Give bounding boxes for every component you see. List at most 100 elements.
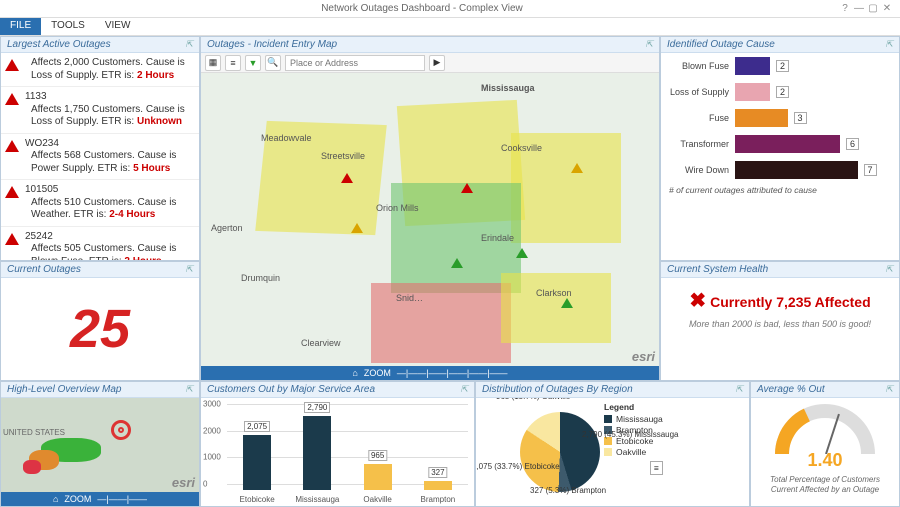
outage-item[interactable]: 25242Affects 505 Customers. Cause is Blo… xyxy=(1,227,199,261)
home-icon[interactable]: ⌂ xyxy=(352,368,357,378)
search-go-icon[interactable]: ▶ xyxy=(429,55,445,71)
outage-marker-icon[interactable] xyxy=(561,298,573,308)
bar-datalabel: 2,790 xyxy=(304,402,330,413)
map-zoom-bar[interactable]: ⌂ ZOOM —|——|——|——|——|—— xyxy=(201,366,659,380)
outage-marker-icon[interactable] xyxy=(451,258,463,268)
outage-marker-icon[interactable] xyxy=(341,173,353,183)
cause-bar xyxy=(735,57,770,75)
outage-marker-icon[interactable] xyxy=(571,163,583,173)
pin-icon[interactable]: ⇱ xyxy=(185,39,193,50)
pie-chart: 965 (15.7%) Oakville2,790 (45.3%) Missis… xyxy=(520,412,600,492)
panel-title: Customers Out by Major Service Area xyxy=(207,384,375,395)
panel-title: Identified Outage Cause xyxy=(667,39,775,50)
cause-label: Blown Fuse xyxy=(669,61,729,71)
outage-item[interactable]: Affects 2,000 Customers. Cause is Loss o… xyxy=(1,53,199,87)
cause-bar-row: Fuse 3 xyxy=(661,105,899,131)
current-outages-value: 25 xyxy=(1,278,199,380)
cause-bar-row: Blown Fuse2 xyxy=(661,53,899,79)
outage-marker-icon[interactable] xyxy=(516,248,528,258)
pin-icon[interactable]: ⇱ xyxy=(885,384,893,395)
layers-icon[interactable]: ≡ xyxy=(225,55,241,71)
overview-map[interactable]: UNITED STATES esri xyxy=(1,398,199,492)
bar-datalabel: 965 xyxy=(368,450,387,461)
search-icon[interactable]: 🔍 xyxy=(265,55,281,71)
y-tick: 2000 xyxy=(203,426,221,435)
etr-value: 2-4 Hours xyxy=(109,209,155,220)
grid-view-icon[interactable]: ▦ xyxy=(205,55,221,71)
help-icon[interactable]: ? xyxy=(838,3,852,14)
pin-icon[interactable]: ⇱ xyxy=(645,39,653,50)
menu-bar: FILE TOOLS VIEW xyxy=(0,18,900,36)
panel-incident-map: Outages - Incident Entry Map ⇱ ▦ ≡ ▼ 🔍 ▶ xyxy=(200,36,660,381)
close-icon[interactable]: ✕ xyxy=(880,3,894,14)
city-label: Erindale xyxy=(481,233,514,243)
incident-map[interactable]: Mississauga Streetsville Cooksville Erin… xyxy=(201,73,659,366)
title-bar: Network Outages Dashboard - Complex View… xyxy=(0,0,900,18)
city-label: Orion Mills xyxy=(376,203,419,213)
y-tick: 3000 xyxy=(203,400,221,409)
alert-icon: ✖ xyxy=(689,290,706,312)
pin-icon[interactable]: ⇱ xyxy=(885,39,893,50)
gauge-chart xyxy=(775,404,875,454)
cause-value: 3 xyxy=(794,112,807,124)
cause-value: 6 xyxy=(846,138,859,150)
pie-label: 965 (15.7%) Oakville xyxy=(496,398,570,401)
panel-average-out: Average % Out⇱ 1.40 Total Percentage of … xyxy=(750,381,900,507)
bar: 327Brampton xyxy=(424,481,452,490)
menu-tools[interactable]: TOOLS xyxy=(41,18,95,35)
panel-title: Current System Health xyxy=(667,264,768,275)
city-label: Agerton xyxy=(211,223,243,233)
pie-label: 2,075 (33.7%) Etobicoke xyxy=(476,462,560,471)
panel-title: Distribution of Outages By Region xyxy=(482,384,633,395)
cause-bar-row: Transformer6 xyxy=(661,131,899,157)
pin-icon[interactable]: ⇱ xyxy=(185,264,193,275)
target-icon xyxy=(111,420,131,440)
outage-item[interactable]: WO234Affects 568 Customers. Cause is Pow… xyxy=(1,134,199,181)
pin-icon[interactable]: ⇱ xyxy=(885,264,893,275)
warning-triangle-icon xyxy=(5,59,19,71)
esri-logo: esri xyxy=(172,475,195,490)
city-label: Mississauga xyxy=(481,83,535,93)
legend-toggle-icon[interactable]: ≡ xyxy=(650,461,663,475)
legend-title: Legend xyxy=(604,402,663,412)
bar-category: Etobicoke xyxy=(240,495,275,504)
pin-icon[interactable]: ⇱ xyxy=(735,384,743,395)
warning-triangle-icon xyxy=(5,140,19,152)
outage-marker-icon[interactable] xyxy=(351,223,363,233)
overview-zoom-bar[interactable]: ⌂ ZOOM —|——|—— xyxy=(1,492,199,506)
warning-triangle-icon xyxy=(5,233,19,245)
panel-title: Largest Active Outages xyxy=(7,39,111,50)
home-icon[interactable]: ⌂ xyxy=(53,494,58,504)
panel-customers-out: Customers Out by Major Service Area⇱ 010… xyxy=(200,381,475,507)
outage-item[interactable]: 101505Affects 510 Customers. Cause is We… xyxy=(1,180,199,227)
maximize-icon[interactable]: ▢ xyxy=(866,3,880,14)
health-note: More than 2000 is bad, less than 500 is … xyxy=(665,319,895,329)
bar: 2,075Etobicoke xyxy=(243,435,271,490)
cause-label: Fuse xyxy=(669,113,729,123)
outage-item[interactable]: 1133Affects 1,750 Customers. Cause is Lo… xyxy=(1,87,199,134)
window-title: Network Outages Dashboard - Complex View xyxy=(6,3,838,14)
outage-id: WO234 xyxy=(25,138,193,151)
menu-view[interactable]: VIEW xyxy=(95,18,141,35)
pie-label: 2,790 (45.3%) Mississauga xyxy=(582,430,679,439)
menu-file[interactable]: FILE xyxy=(0,18,41,35)
y-tick: 0 xyxy=(203,480,207,489)
pin-icon[interactable]: ⇱ xyxy=(460,384,468,395)
city-label: Clearview xyxy=(301,338,341,348)
etr-value: 2 Hours xyxy=(124,256,161,261)
panel-title: Outages - Incident Entry Map xyxy=(207,39,337,50)
pin-icon[interactable]: ⇱ xyxy=(185,384,193,395)
bar: 2,790Mississauga xyxy=(303,416,331,490)
panel-title: Current Outages xyxy=(7,264,81,275)
cause-bar-row: Loss of Supply2 xyxy=(661,79,899,105)
outage-marker-icon[interactable] xyxy=(461,183,473,193)
search-input[interactable] xyxy=(285,55,425,71)
map-label: UNITED STATES xyxy=(3,428,65,437)
cause-bar xyxy=(735,83,770,101)
filter-icon[interactable]: ▼ xyxy=(245,55,261,71)
panel-overview-map: High-Level Overview Map ⇱ UNITED STATES … xyxy=(0,381,200,507)
minimize-icon[interactable]: — xyxy=(852,3,866,14)
city-label: Cooksville xyxy=(501,143,542,153)
outage-list[interactable]: Affects 2,000 Customers. Cause is Loss o… xyxy=(1,53,199,260)
etr-value: 2 Hours xyxy=(137,70,174,81)
